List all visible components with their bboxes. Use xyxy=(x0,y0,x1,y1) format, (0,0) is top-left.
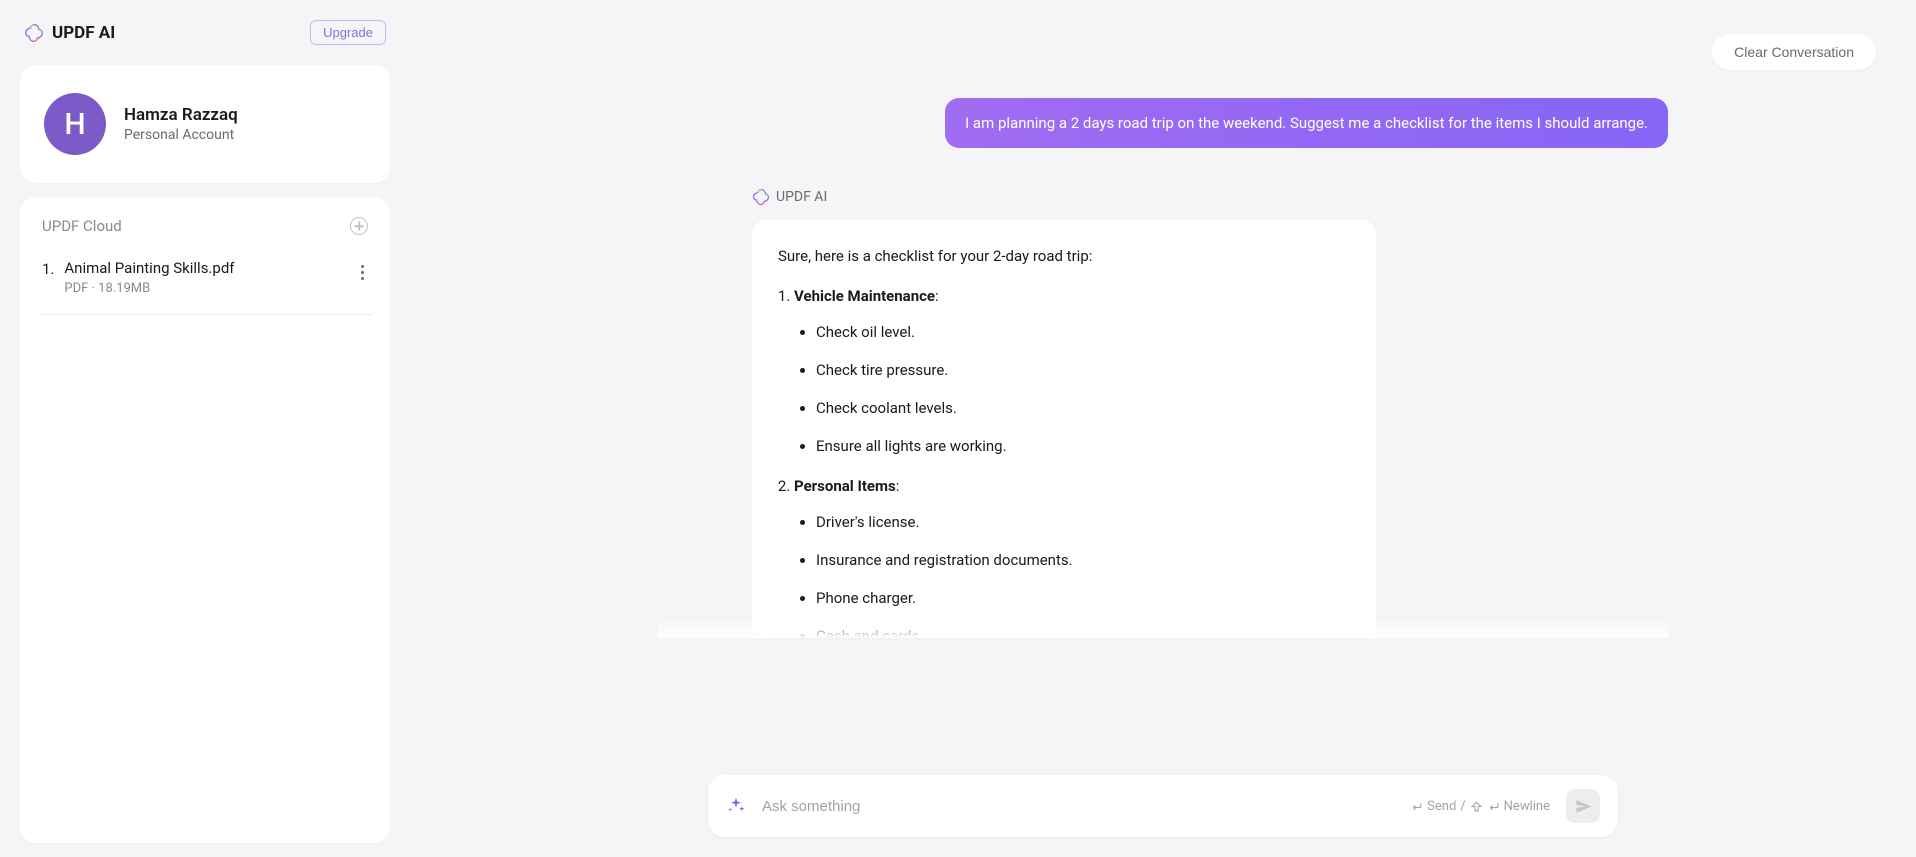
input-hints: Send / Newline xyxy=(1410,799,1550,814)
ai-label: UPDF AI xyxy=(752,188,1668,206)
shift-key-icon xyxy=(1470,800,1483,813)
input-bar: Send / Newline xyxy=(708,775,1618,837)
app-name: UPDF AI xyxy=(52,23,115,43)
send-icon xyxy=(1575,798,1592,815)
user-info: Hamza Razzaq Personal Account xyxy=(124,105,238,143)
file-name: Animal Painting Skills.pdf xyxy=(64,259,234,277)
enter-key-icon xyxy=(1410,800,1423,813)
file-index: 1. xyxy=(42,260,54,296)
user-message: I am planning a 2 days road trip on the … xyxy=(945,98,1668,148)
avatar: H xyxy=(44,93,106,155)
list-item: Ensure all lights are working. xyxy=(816,434,1350,458)
list-item: Check coolant levels. xyxy=(816,396,1350,420)
file-left: 1. Animal Painting Skills.pdf PDF · 18.1… xyxy=(42,259,235,296)
list-item: Driver's license. xyxy=(816,510,1350,534)
list-item: Insurance and registration documents. xyxy=(816,548,1350,572)
sidebar: UPDF AI Upgrade H Hamza Razzaq Personal … xyxy=(0,0,410,857)
chat-area: I am planning a 2 days road trip on the … xyxy=(658,98,1668,761)
sidebar-header: UPDF AI Upgrade xyxy=(20,14,390,51)
file-item[interactable]: 1. Animal Painting Skills.pdf PDF · 18.1… xyxy=(38,249,372,315)
cloud-title: UPDF Cloud xyxy=(42,217,122,235)
updf-logo-icon xyxy=(752,188,770,206)
section-title: Personal Items xyxy=(794,477,896,495)
user-card[interactable]: H Hamza Razzaq Personal Account xyxy=(20,65,390,183)
ai-checklist: Vehicle Maintenance: Check oil level. Ch… xyxy=(778,284,1350,638)
checklist-section: Vehicle Maintenance: Check oil level. Ch… xyxy=(794,284,1350,458)
section-title: Vehicle Maintenance xyxy=(794,287,935,305)
user-name: Hamza Razzaq xyxy=(124,105,238,125)
list-item: Check tire pressure. xyxy=(816,358,1350,382)
send-hint: Send xyxy=(1427,799,1456,814)
main-header: Clear Conversation xyxy=(450,34,1876,70)
logo-area: UPDF AI xyxy=(24,23,115,43)
list-item: Check oil level. xyxy=(816,320,1350,344)
file-meta: PDF · 18.19MB xyxy=(64,281,234,296)
file-details: Animal Painting Skills.pdf PDF · 18.19MB xyxy=(64,259,234,296)
hint-separator: / xyxy=(1460,799,1465,814)
ask-input[interactable] xyxy=(762,798,1394,815)
more-options-icon[interactable] xyxy=(357,259,368,286)
account-type: Personal Account xyxy=(124,127,238,143)
main-panel: Clear Conversation I am planning a 2 day… xyxy=(410,0,1916,857)
section-items: Check oil level. Check tire pressure. Ch… xyxy=(794,320,1350,458)
checklist-section: Personal Items: Driver's license. Insura… xyxy=(794,474,1350,638)
ai-message: Sure, here is a checklist for your 2-day… xyxy=(752,220,1376,638)
list-item: Phone charger. xyxy=(816,586,1350,610)
clear-conversation-button[interactable]: Clear Conversation xyxy=(1712,34,1876,70)
cloud-card: UPDF Cloud 1. Animal Painting Skills.pdf… xyxy=(20,197,390,843)
ai-intro: Sure, here is a checklist for your 2-day… xyxy=(778,244,1350,268)
ai-name: UPDF AI xyxy=(776,189,827,205)
send-button[interactable] xyxy=(1566,789,1600,823)
add-file-icon[interactable] xyxy=(350,217,368,235)
sparkle-icon[interactable] xyxy=(726,796,746,816)
updf-logo-icon xyxy=(24,23,44,43)
newline-hint: Newline xyxy=(1504,799,1550,814)
cloud-header: UPDF Cloud xyxy=(38,217,372,235)
upgrade-button[interactable]: Upgrade xyxy=(310,20,386,45)
enter-key-icon xyxy=(1487,800,1500,813)
